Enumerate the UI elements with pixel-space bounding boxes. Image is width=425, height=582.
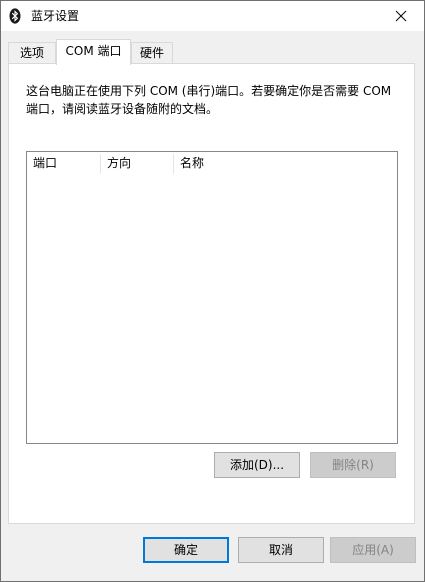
column-label: 方向 [107,156,132,170]
close-icon [395,10,407,22]
panel-description: 这台电脑正在使用下列 COM (串行)端口。若要确定你是否需要 COM 端口，请… [26,84,392,116]
tab-com-ports[interactable]: COM 端口 [56,39,131,65]
remove-button[interactable]: 删除(R) [310,452,396,478]
close-button[interactable] [378,1,424,31]
column-header-name[interactable]: 名称 [174,152,294,175]
window-title: 蓝牙设置 [31,9,80,23]
bluetooth-icon [9,8,21,24]
cancel-button[interactable]: 取消 [238,537,324,563]
com-ports-panel: 这台电脑正在使用下列 COM (串行)端口。若要确定你是否需要 COM 端口，请… [8,63,415,524]
ok-button[interactable]: 确定 [143,537,229,563]
column-header-direction[interactable]: 方向 [101,152,174,175]
list-header: 端口 方向 名称 [27,152,397,175]
tab-options[interactable]: 选项 [8,42,56,63]
apply-button[interactable]: 应用(A) [330,537,416,563]
add-button[interactable]: 添加(D)... [214,452,300,478]
tab-strip: 选项 COM 端口 硬件 [1,31,424,65]
column-header-port[interactable]: 端口 [27,152,101,175]
bluetooth-settings-window: 蓝牙设置 选项 COM 端口 硬件 这台电脑正在使用下列 COM (串行)端口。… [0,0,425,582]
title-bar[interactable]: 蓝牙设置 [1,1,424,31]
tab-hardware[interactable]: 硬件 [131,42,173,63]
column-label: 名称 [180,156,205,170]
column-label: 端口 [33,156,58,170]
com-ports-list[interactable]: 端口 方向 名称 [26,151,398,444]
